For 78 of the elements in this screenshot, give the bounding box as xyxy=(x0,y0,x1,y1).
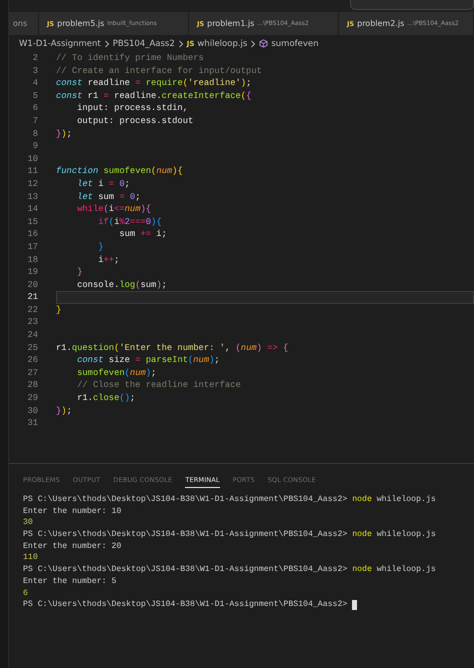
line-number: 22 xyxy=(26,304,39,316)
line-number: 10 xyxy=(26,152,39,166)
line-number: 25 xyxy=(26,342,39,354)
code-line: i++; xyxy=(97,254,120,266)
chevron-icon xyxy=(104,40,110,48)
code-line: } xyxy=(56,304,62,316)
code-line: } xyxy=(97,240,105,254)
line-number: 31 xyxy=(26,417,39,430)
line-number: 12 xyxy=(26,178,39,191)
terminal-line: Enter the number: 5 xyxy=(23,576,116,588)
code-line: let sum = 0; xyxy=(76,190,142,204)
line-number: 9 xyxy=(32,140,39,153)
line-number: 28 xyxy=(26,379,39,392)
terminal-line: 110 xyxy=(23,552,38,564)
tab-label: ons xyxy=(13,19,28,28)
line-number: 29 xyxy=(26,392,39,405)
breadcrumb-item[interactable]: sumofeven xyxy=(271,38,319,48)
code-line: while(i<=num){ xyxy=(76,203,152,216)
terminal-line: 30 xyxy=(23,517,33,530)
code-line: const size = parseInt(num); xyxy=(76,354,221,367)
editor-tab[interactable]: ons xyxy=(9,12,39,35)
cube-icon xyxy=(259,39,268,48)
terminal-line: Enter the number: 10 xyxy=(23,506,122,518)
code-line: // To identify prime Numbers xyxy=(56,52,205,65)
line-number: 27 xyxy=(26,366,39,380)
breadcrumb-item[interactable]: whileloop.js xyxy=(197,38,248,48)
terminal-line: PS C:\Users\thods\Desktop\JS104-B38\W1-D1-Assignment\PBS104_Aass2> node whileloop.js xyxy=(23,494,436,506)
chevron-icon xyxy=(178,40,184,48)
code-line: r1.question('Enter the number: ', (num) => { xyxy=(56,342,290,354)
chevron-icon xyxy=(250,40,256,48)
terminal-line: 6 xyxy=(23,588,28,600)
line-number: 6 xyxy=(32,102,39,115)
line-number: 5 xyxy=(32,90,39,102)
code-line: sumofeven(num); xyxy=(76,366,158,380)
code-line: // Close the readline interface xyxy=(76,379,242,392)
line-number: 13 xyxy=(26,190,39,204)
line-number: 21 xyxy=(26,291,39,304)
code-line: // Create an interface for input/output xyxy=(56,64,263,78)
code-line: function sumofeven(num){ xyxy=(56,165,184,178)
code-line: }); xyxy=(56,404,73,418)
code-line: output: process.stdout xyxy=(76,114,194,128)
terminal-line: PS C:\Users\thods\Desktop\JS104-B38\W1-D1-Assignment\PBS104_Aass2> node whileloop.js xyxy=(23,529,436,541)
line-number: 4 xyxy=(32,77,39,90)
line-number: 20 xyxy=(26,278,39,292)
tab-label: problem5.js xyxy=(57,19,104,28)
line-number: 15 xyxy=(26,216,39,228)
line-number: 30 xyxy=(26,404,39,418)
code-line: sum += i; xyxy=(118,228,168,241)
terminal-line: PS C:\Users\thods\Desktop\JS104-B38\W1-D1-Assignment\PBS104_Aass2> node whileloop.js xyxy=(23,564,436,576)
line-number: 11 xyxy=(26,165,39,178)
code-line: const readline = require('readline'); xyxy=(56,77,252,90)
code-line: let i = 0; xyxy=(76,178,131,191)
line-number: 18 xyxy=(26,254,39,266)
tab-label: problem1.js xyxy=(207,19,254,28)
line-number: 24 xyxy=(26,329,39,342)
code-line: if(i%2===0){ xyxy=(97,216,163,228)
line-number: 26 xyxy=(26,354,39,367)
line-number: 7 xyxy=(32,114,39,128)
line-number: 19 xyxy=(26,266,39,279)
code-line: input: process.stdin, xyxy=(76,102,189,115)
line-number: 3 xyxy=(32,64,39,78)
code-line: r1.close(); xyxy=(76,392,136,405)
breadcrumb-item[interactable]: W1-D1-Assignment xyxy=(19,38,101,48)
terminal-line: PS C:\Users\thods\Desktop\JS104-B38\W1-D1-Assignment\PBS104_Aass2> xyxy=(23,599,348,611)
code-line: }); xyxy=(56,128,73,140)
code-line: const r1 = readline.createInterface({ xyxy=(56,90,252,102)
line-number: 8 xyxy=(32,128,39,140)
breadcrumb-item[interactable]: PBS104_Aass2 xyxy=(112,38,175,48)
tab-label: problem2.js xyxy=(357,19,404,28)
line-number: 17 xyxy=(26,240,39,254)
line-number: 14 xyxy=(26,203,39,216)
code-line: } xyxy=(76,266,84,279)
line-number: 2 xyxy=(32,52,39,65)
line-number: 23 xyxy=(26,316,39,330)
terminal-cursor xyxy=(352,600,358,610)
code-line: console.log(sum); xyxy=(76,278,168,292)
terminal-line: Enter the number: 20 xyxy=(23,540,122,552)
line-number: 16 xyxy=(26,228,39,241)
